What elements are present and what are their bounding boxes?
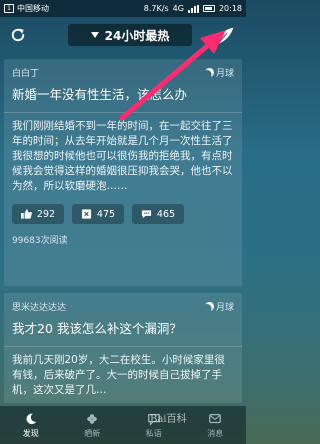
read-count: 99683次阅读: [12, 236, 68, 246]
like-count: 292: [36, 208, 56, 220]
top-bar: 24小时最热: [0, 17, 246, 54]
comment-button[interactable]: 465: [132, 204, 184, 224]
message-icon: [209, 413, 222, 423]
post-body[interactable]: 我前几天刚20岁，大二在校生。小时候家里很有钱，后来破产了。大一的时候自己拔掉了…: [4, 347, 242, 398]
thumbs-up-icon: [20, 209, 32, 219]
save-count: 475: [96, 208, 116, 220]
dropdown-triangle-icon: [90, 32, 99, 38]
like-button[interactable]: 292: [12, 204, 64, 224]
nav-label: 晒新: [84, 428, 101, 438]
bottom-nav: 发现 晒新 私语 消息: [0, 406, 246, 444]
nav-item-discover[interactable]: 发现: [0, 406, 62, 444]
nav-label: 发现: [22, 428, 39, 438]
moon-icon: [204, 67, 216, 79]
nav-item-share[interactable]: 晒新: [62, 406, 124, 444]
moon-label: 月球: [215, 69, 234, 79]
status-bar: 1 中国移动 8.7K/s 4G 20:18: [0, 0, 246, 17]
sim-icon: 1: [4, 4, 14, 13]
speech-bubble-icon: [141, 210, 152, 219]
network-speed: 8.7K/s: [143, 4, 169, 13]
post-actions: 292 475 465: [4, 194, 242, 224]
bookmark-icon: [81, 209, 92, 219]
post-author[interactable]: 思米达达达达: [12, 300, 205, 313]
post-card[interactable]: 思米达达达达 月球 我才20 我该怎么补这个漏洞？ 我前几天刚20岁，大二在校生…: [4, 293, 242, 403]
post-title[interactable]: 新婚一年没有性生活，该怎么办: [4, 79, 242, 103]
clock: 20:18: [218, 4, 242, 13]
refresh-icon[interactable]: [9, 26, 27, 44]
post-body[interactable]: 我们刚刚结婚不到一年的时间，在一起交往了三年的时间；从去年开始就是几个月一次性生…: [4, 113, 242, 194]
moon-icon: [204, 301, 216, 313]
nav-label: 消息: [207, 428, 224, 438]
post-card[interactable]: 白白丁 月球 新婚一年没有性生活，该怎么办 我们刚刚结婚不到一年的时间，在一起交…: [4, 59, 242, 286]
moon-badge: 月球: [205, 66, 234, 79]
comment-count: 465: [156, 208, 176, 220]
watermark: Bai百科: [150, 414, 187, 425]
battery-icon: [202, 5, 215, 12]
moon-badge: 月球: [205, 300, 234, 313]
moon-label: 月球: [215, 303, 234, 313]
feather-compose-icon[interactable]: [214, 25, 236, 47]
moon-icon: [26, 413, 36, 424]
nav-item-messages[interactable]: 消息: [185, 406, 247, 444]
signal-text: 4G: [172, 4, 184, 13]
post-author[interactable]: 白白丁: [12, 66, 205, 79]
flower-icon: [87, 413, 98, 424]
feed-selector-button[interactable]: 24小时最热: [68, 24, 192, 46]
feed-selector-label: 24小时最热: [104, 28, 170, 43]
save-button[interactable]: 475: [72, 204, 124, 224]
signal-icon: [187, 4, 199, 13]
nav-label: 私语: [145, 428, 162, 438]
post-title[interactable]: 我才20 我该怎么补这个漏洞？: [4, 313, 242, 337]
carrier-label: 中国移动: [17, 4, 49, 13]
